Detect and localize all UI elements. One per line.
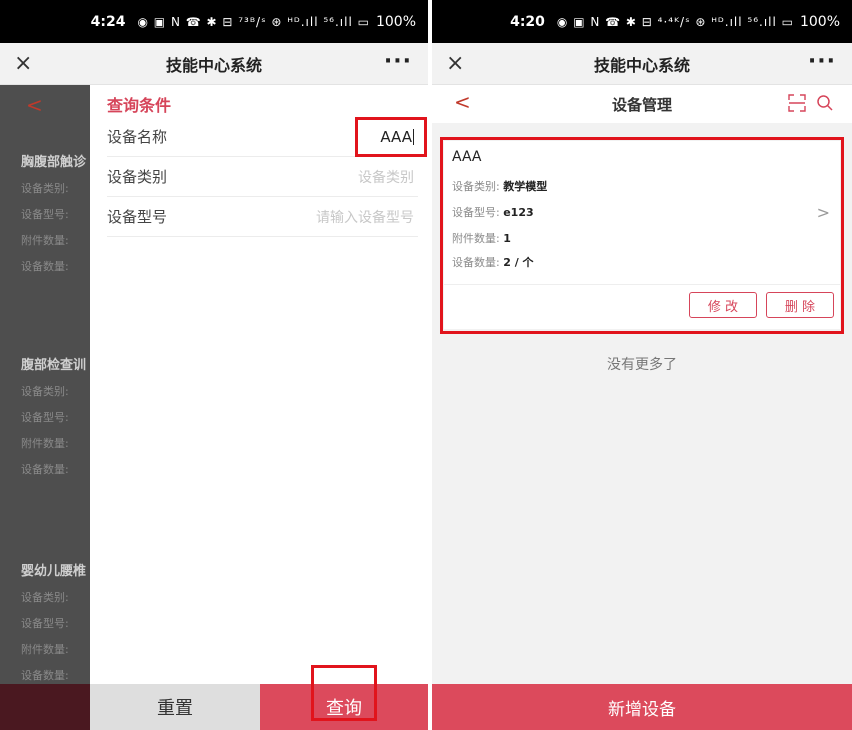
page-title: 设备管理 (611, 95, 672, 114)
device-model-field[interactable]: 设备型号 请输入设备型号 (107, 197, 418, 237)
list-item: 腹部检查训 设备类别: 设备型号: 附件数量: 设备数量: (0, 354, 90, 477)
status-icons: ◉ ▣ N ☎ ✱ ⊟ ⁷³ᴮ/ˢ ⊛ ᴴᴰ.ıll ⁵⁶.ıll ▭ (137, 14, 370, 29)
field-label: 设备型号 (107, 208, 168, 226)
status-time: 4:24 (90, 13, 126, 30)
left-phone-screen: 4:24 ◉ ▣ N ☎ ✱ ⊟ ⁷³ᴮ/ˢ ⊛ ᴴᴰ.ıll ⁵⁶.ıll ▭… (0, 0, 428, 730)
field-label: 设备类别 (107, 168, 168, 186)
status-bar: 4:20 ◉ ▣ N ☎ ✱ ⊟ ⁴·⁴ᴷ/ˢ ⊛ ᴴᴰ.ıll ⁵⁶.ıll … (432, 0, 852, 43)
field-label: 设备型号: (21, 208, 69, 221)
field-label: 附件数量: (21, 234, 69, 247)
field-label: 设备型号: (21, 411, 69, 424)
highlight-box (355, 117, 427, 157)
scan-icon[interactable] (788, 94, 806, 112)
more-menu-icon[interactable]: ··· (808, 49, 836, 74)
field-label: 设备数量: (21, 669, 69, 682)
page-header: < 设备管理 (432, 85, 852, 123)
app-title: 技能中心系统 (165, 55, 262, 75)
device-name: 胸腹部触诊 (21, 155, 87, 170)
battery-level: 100% (799, 13, 840, 30)
device-name: 腹部检查训 (21, 358, 87, 373)
back-icon[interactable]: < (454, 90, 471, 114)
search-icon[interactable] (816, 94, 834, 112)
no-more-text: 没有更多了 (607, 357, 677, 373)
app-title: 技能中心系统 (593, 55, 690, 75)
highlight-box (440, 137, 844, 334)
status-time: 4:20 (510, 13, 545, 30)
device-category-field[interactable]: 设备类别 设备类别 (107, 157, 418, 197)
reset-button[interactable]: 重置 (90, 684, 260, 730)
dimmed-device-list: < 胸腹部触诊 设备类别: 设备型号: 附件数量: 设备数量: 腹部检查训 设备… (0, 85, 90, 684)
app-header: × 技能中心系统 ··· (0, 43, 428, 85)
status-icons: ◉ ▣ N ☎ ✱ ⊟ ⁴·⁴ᴷ/ˢ ⊛ ᴴᴰ.ıll ⁵⁶.ıll ▭ (556, 14, 794, 29)
field-label: 设备名称 (107, 128, 168, 146)
list-item: 婴幼儿腰椎 设备类别: 设备型号: 附件数量: 设备数量: (0, 560, 90, 683)
panel-title: 查询条件 (107, 96, 172, 115)
battery-level: 100% (375, 13, 416, 30)
query-panel: 查询条件 设备名称 AAA 设备类别 设备类别 设备型号 请输入设备型号 (90, 85, 428, 684)
field-label: 附件数量: (21, 437, 69, 450)
field-label: 设备类别: (21, 591, 69, 604)
field-label: 附件数量: (21, 643, 69, 656)
device-model-input[interactable]: 请输入设备型号 (316, 207, 414, 227)
field-label: 设备型号: (21, 617, 69, 630)
field-label: 设备数量: (21, 260, 69, 273)
device-name: 婴幼儿腰椎 (21, 564, 87, 579)
close-icon[interactable]: × (14, 51, 32, 76)
field-label: 设备数量: (21, 463, 69, 476)
list-item: 胸腹部触诊 设备类别: 设备型号: 附件数量: 设备数量: (0, 151, 90, 274)
field-label: 设备类别: (21, 385, 69, 398)
status-bar: 4:24 ◉ ▣ N ☎ ✱ ⊟ ⁷³ᴮ/ˢ ⊛ ᴴᴰ.ıll ⁵⁶.ıll ▭… (0, 0, 428, 43)
more-menu-icon[interactable]: ··· (384, 49, 412, 74)
app-header: × 技能中心系统 ··· (432, 43, 852, 85)
highlight-box (311, 665, 377, 721)
close-icon[interactable]: × (446, 51, 464, 76)
back-icon: < (26, 93, 43, 117)
device-category-select[interactable]: 设备类别 (358, 167, 414, 187)
right-phone-screen: 4:20 ◉ ▣ N ☎ ✱ ⊟ ⁴·⁴ᴷ/ˢ ⊛ ᴴᴰ.ıll ⁵⁶.ıll … (432, 0, 852, 730)
add-device-button[interactable]: 新增设备 (432, 684, 852, 730)
dimmed-overlay (0, 684, 90, 730)
field-label: 设备类别: (21, 182, 69, 195)
